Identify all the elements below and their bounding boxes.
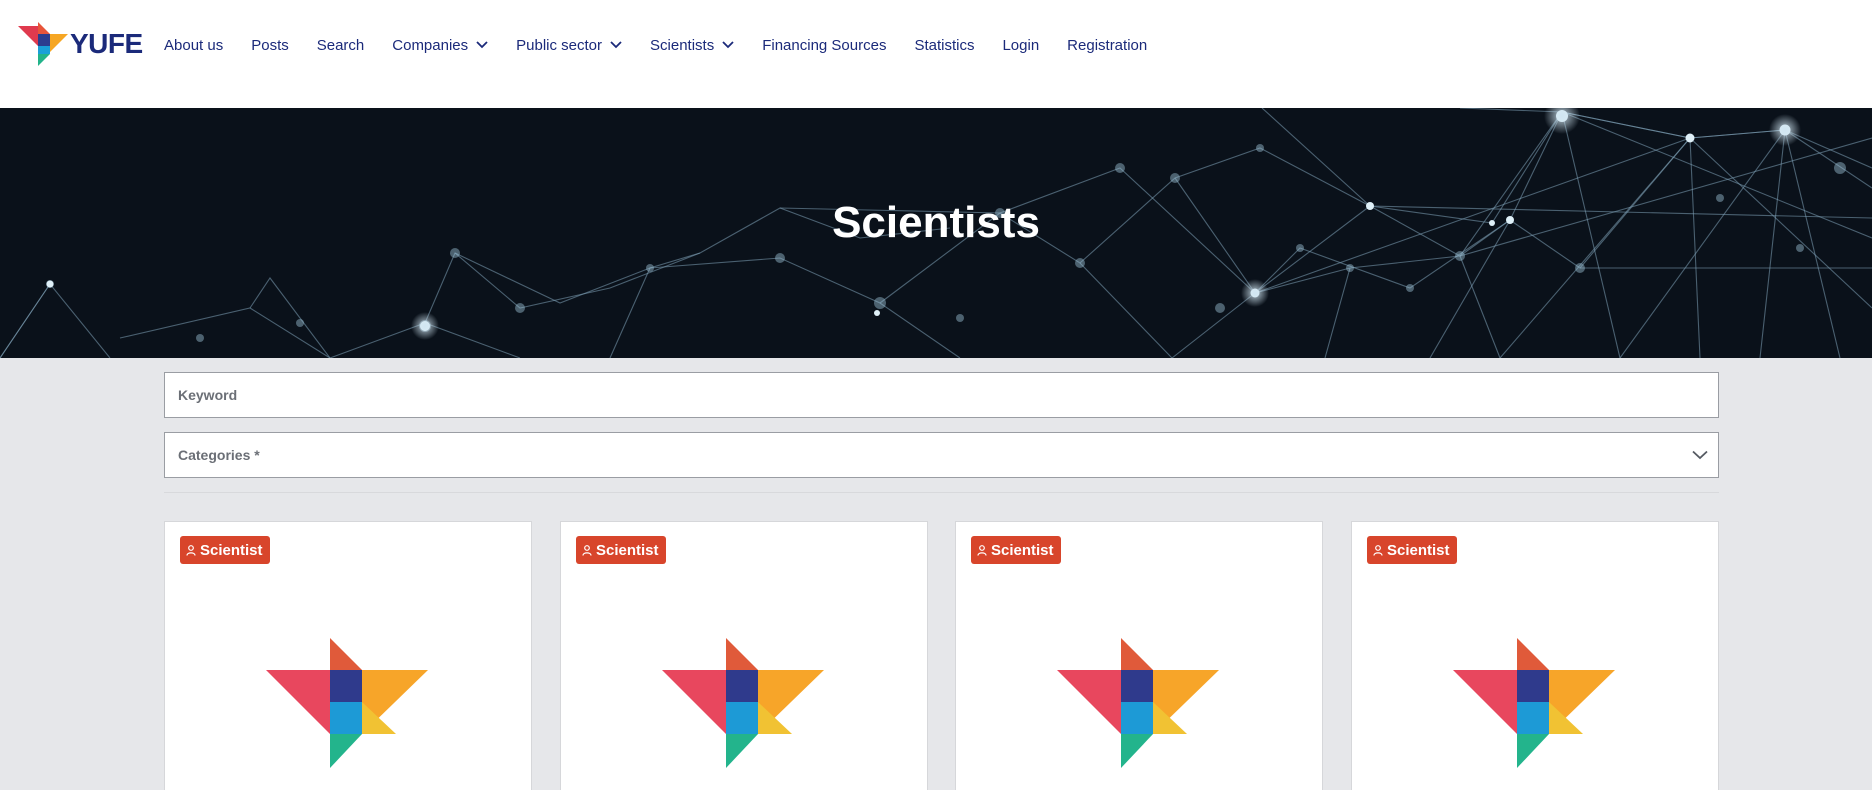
user-icon <box>582 544 592 556</box>
chevron-down-icon <box>1692 447 1708 463</box>
user-icon <box>977 544 987 556</box>
yufe-star-icon <box>266 638 428 768</box>
badge-label: Scientist <box>1387 541 1450 559</box>
nav-posts[interactable]: Posts <box>251 37 289 54</box>
main-nav: About us Posts Search Companies Public s… <box>164 33 1175 57</box>
site-header: YUFE About us Posts Search Companies Pub… <box>0 0 1872 108</box>
user-icon <box>1373 544 1383 556</box>
chevron-down-icon <box>610 41 622 49</box>
user-icon <box>186 544 196 556</box>
chevron-down-icon <box>722 41 734 49</box>
scientist-badge[interactable]: Scientist <box>576 536 666 564</box>
scientist-card[interactable]: Scientist <box>955 521 1323 790</box>
logo-text: YUFE <box>70 28 143 59</box>
nav-label: Registration <box>1067 36 1148 54</box>
nav-login[interactable]: Login <box>1002 37 1039 54</box>
nav-scientists[interactable]: Scientists <box>650 37 734 54</box>
yufe-logo[interactable]: YUFE <box>16 22 143 66</box>
nav-label: Financing Sources <box>762 36 887 54</box>
categories-select[interactable]: Categories * <box>164 432 1719 478</box>
keyword-input[interactable]: Keyword <box>164 372 1719 418</box>
scientist-card[interactable]: Scientist <box>560 521 928 790</box>
nav-registration[interactable]: Registration <box>1067 37 1147 54</box>
page-title: Scientists <box>832 198 1040 247</box>
nav-public-sector[interactable]: Public sector <box>516 37 622 54</box>
yufe-star-icon <box>1453 638 1615 768</box>
hero-banner: Scientists <box>0 108 1872 358</box>
yufe-star-icon <box>662 638 824 768</box>
nav-label: Public sector <box>516 36 603 54</box>
nav-statistics[interactable]: Statistics <box>914 37 974 54</box>
keyword-placeholder: Keyword <box>178 387 238 403</box>
yufe-star-icon <box>1057 638 1219 768</box>
yufe-star-icon <box>18 22 68 66</box>
nav-label: Login <box>1002 36 1040 54</box>
nav-label: About us <box>164 36 224 54</box>
nav-about-us[interactable]: About us <box>164 37 223 54</box>
nav-label: Companies <box>392 36 469 54</box>
scientist-card[interactable]: Scientist <box>1351 521 1719 790</box>
categories-placeholder: Categories * <box>178 447 260 463</box>
nav-label: Search <box>316 36 365 54</box>
scientist-badge[interactable]: Scientist <box>1367 536 1457 564</box>
badge-label: Scientist <box>991 541 1054 559</box>
nav-companies[interactable]: Companies <box>392 37 488 54</box>
badge-label: Scientist <box>200 541 263 559</box>
nav-search[interactable]: Search <box>317 37 365 54</box>
scientist-badge[interactable]: Scientist <box>180 536 270 564</box>
nav-label: Scientists <box>650 36 715 54</box>
scientist-badge[interactable]: Scientist <box>971 536 1061 564</box>
filters-divider <box>164 492 1719 493</box>
nav-financing-sources[interactable]: Financing Sources <box>762 37 886 54</box>
chevron-down-icon <box>476 41 488 49</box>
nav-label: Posts <box>251 36 289 54</box>
badge-label: Scientist <box>596 541 659 559</box>
nav-label: Statistics <box>914 36 975 54</box>
scientist-card[interactable]: Scientist <box>164 521 532 790</box>
